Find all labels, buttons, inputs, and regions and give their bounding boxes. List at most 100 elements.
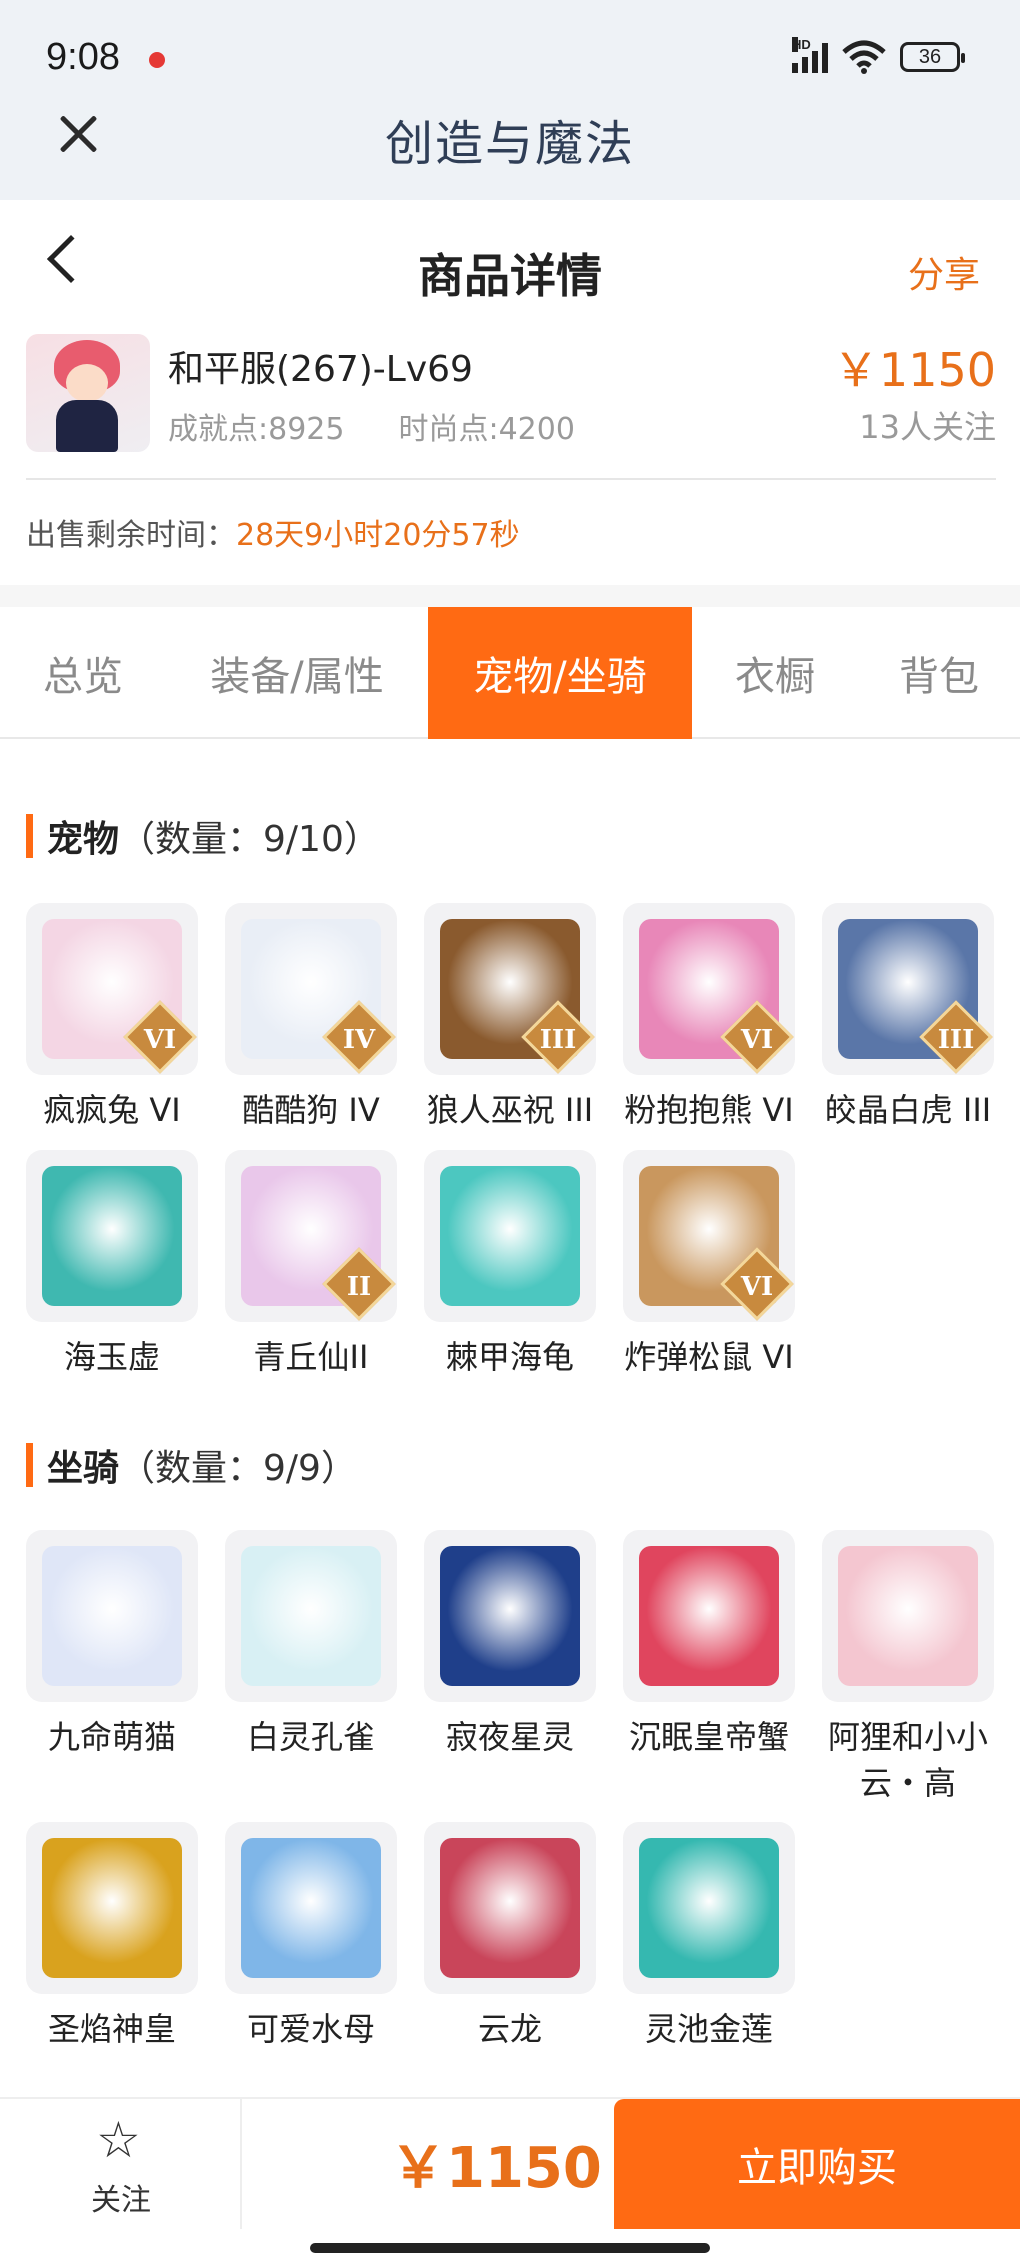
tab-backpack[interactable]: 背包 <box>858 607 1020 739</box>
character-avatar <box>26 334 150 452</box>
battery-icon: 36 <box>900 42 965 72</box>
network-type-label: HD <box>792 37 811 52</box>
mount-name: 可爱水母 <box>246 2010 375 2048</box>
buy-now-button[interactable]: 立即购买 <box>614 2099 1020 2229</box>
bottom-price: ￥1150 <box>390 2136 602 2201</box>
pet-name: 青丘仙II <box>253 1338 369 1376</box>
mount-item[interactable]: 圣焰神皇 <box>26 1822 198 2052</box>
creature-image <box>838 1546 978 1686</box>
mount-item[interactable]: 九命萌猫 <box>26 1530 198 1760</box>
pet-name: 炸弹松鼠 VI <box>624 1338 794 1376</box>
pet-item[interactable]: III 狼人巫祝 III <box>424 903 596 1133</box>
creature-image <box>42 1838 182 1978</box>
tab-pets-mounts[interactable]: 宠物/坐骑 <box>428 607 692 739</box>
product-summary[interactable]: 和平服(267)-Lv69 成就点:8925 时尚点:4200 ￥1150 13… <box>26 330 996 480</box>
mount-item[interactable]: 可爱水母 <box>225 1822 397 2052</box>
achievement-points: 成就点:8925 <box>168 412 345 447</box>
follower-count: 13人关注 <box>859 408 996 446</box>
mount-item[interactable]: 阿狸和小小云・高 <box>822 1530 994 1806</box>
mount-thumbnail <box>623 1530 795 1702</box>
grade-badge-label: VI <box>740 1272 774 1302</box>
creature-image <box>42 1546 182 1686</box>
grade-badge-label: VI <box>143 1025 177 1055</box>
mount-item[interactable]: 云龙 <box>424 1822 596 2052</box>
system-status-bar: 9:08 HD 36 创造与魔法 <box>0 0 1020 200</box>
wifi-icon <box>842 40 886 74</box>
creature-image <box>241 1838 381 1978</box>
pet-thumbnail <box>424 1150 596 1322</box>
pets-count: （数量：9/10） <box>119 819 380 860</box>
creature-image <box>42 1166 182 1306</box>
section-divider <box>0 585 1020 607</box>
product-stats: 成就点:8925 时尚点:4200 <box>168 404 575 448</box>
pet-item[interactable]: III 皎晶白虎 III <box>822 903 994 1133</box>
pets-section-title: 宠物 （数量：9/10） <box>26 810 380 862</box>
star-icon: ☆ <box>96 2111 141 2169</box>
status-icons: HD 36 <box>792 37 965 74</box>
pet-item[interactable]: VI 疯疯兔 VI <box>26 903 198 1133</box>
grade-badge-label: III <box>539 1025 577 1055</box>
mounts-title: 坐骑 <box>47 1448 120 1489</box>
detail-tabs: 总览 装备/属性 宠物/坐骑 衣橱 背包 <box>0 607 1020 739</box>
pet-item[interactable]: II 青丘仙II <box>225 1150 397 1380</box>
pet-item[interactable]: VI 炸弹松鼠 VI <box>623 1150 795 1380</box>
pet-name: 棘甲海龟 <box>445 1338 574 1376</box>
remaining-value: 28天9小时20分57秒 <box>236 518 520 553</box>
mount-name: 寂夜星灵 <box>445 1718 574 1756</box>
grade-badge-label: III <box>937 1025 975 1055</box>
mount-thumbnail <box>225 1530 397 1702</box>
tab-equipment[interactable]: 装备/属性 <box>166 607 428 739</box>
status-time: 9:08 <box>46 36 120 78</box>
bottom-action-bar: ☆ 关注 ￥1150 立即购买 <box>0 2097 1020 2229</box>
notification-dot-icon <box>149 52 165 68</box>
grade-badge-label: VI <box>740 1025 774 1055</box>
mount-name: 阿狸和小小云・高 <box>827 1718 988 1802</box>
tab-wardrobe[interactable]: 衣橱 <box>692 607 858 739</box>
tab-overview[interactable]: 总览 <box>0 607 166 739</box>
grade-badge-label: II <box>346 1272 372 1302</box>
pet-thumbnail: III <box>424 903 596 1075</box>
pet-thumbnail: IV <box>225 903 397 1075</box>
mount-item[interactable]: 寂夜星灵 <box>424 1530 596 1760</box>
pet-name: 海玉虚 <box>63 1338 160 1376</box>
mount-name: 白灵孔雀 <box>246 1718 375 1756</box>
pet-item[interactable]: IV 酷酷狗 IV <box>225 903 397 1133</box>
pet-name: 皎晶白虎 III <box>824 1091 992 1129</box>
page-header: 商品详情 分享 <box>0 200 1020 330</box>
mount-name: 九命萌猫 <box>47 1718 176 1756</box>
mounts-section-title: 坐骑 （数量：9/9） <box>26 1439 357 1491</box>
pets-title: 宠物 <box>47 819 120 860</box>
mount-item[interactable]: 灵池金莲 <box>623 1822 795 2052</box>
cell-signal-icon: HD <box>792 37 828 73</box>
creature-image <box>440 1838 580 1978</box>
pet-item[interactable]: VI 粉抱抱熊 VI <box>623 903 795 1133</box>
mount-item[interactable]: 白灵孔雀 <box>225 1530 397 1760</box>
mount-thumbnail <box>225 1822 397 1994</box>
remaining-label: 出售剩余时间： <box>26 518 236 553</box>
mount-name: 灵池金莲 <box>644 2010 773 2048</box>
pet-thumbnail: VI <box>623 903 795 1075</box>
share-button[interactable]: 分享 <box>908 246 980 298</box>
pet-item[interactable]: 海玉虚 <box>26 1150 198 1380</box>
pet-name: 粉抱抱熊 VI <box>624 1091 794 1129</box>
pet-item[interactable]: 棘甲海龟 <box>424 1150 596 1380</box>
follow-label: 关注 <box>91 2183 151 2218</box>
pet-name: 酷酷狗 IV <box>242 1091 380 1129</box>
creature-image <box>241 1546 381 1686</box>
fashion-points: 时尚点:4200 <box>398 412 575 447</box>
page-title: 商品详情 <box>418 249 602 303</box>
pet-thumbnail: VI <box>623 1150 795 1322</box>
product-name: 和平服(267)-Lv69 <box>168 349 473 390</box>
home-indicator <box>310 2243 710 2253</box>
mount-thumbnail <box>623 1822 795 1994</box>
creature-image <box>639 1838 779 1978</box>
pet-thumbnail: III <box>822 903 994 1075</box>
mounts-count: （数量：9/9） <box>119 1448 357 1489</box>
pet-thumbnail <box>26 1150 198 1322</box>
grade-badge-label: IV <box>342 1025 376 1055</box>
mount-item[interactable]: 沉眠皇帝蟹 <box>623 1530 795 1760</box>
product-price: ￥1150 <box>832 343 996 397</box>
follow-button[interactable]: ☆ 关注 <box>0 2099 242 2229</box>
creature-image <box>440 1166 580 1306</box>
mount-thumbnail <box>26 1822 198 1994</box>
